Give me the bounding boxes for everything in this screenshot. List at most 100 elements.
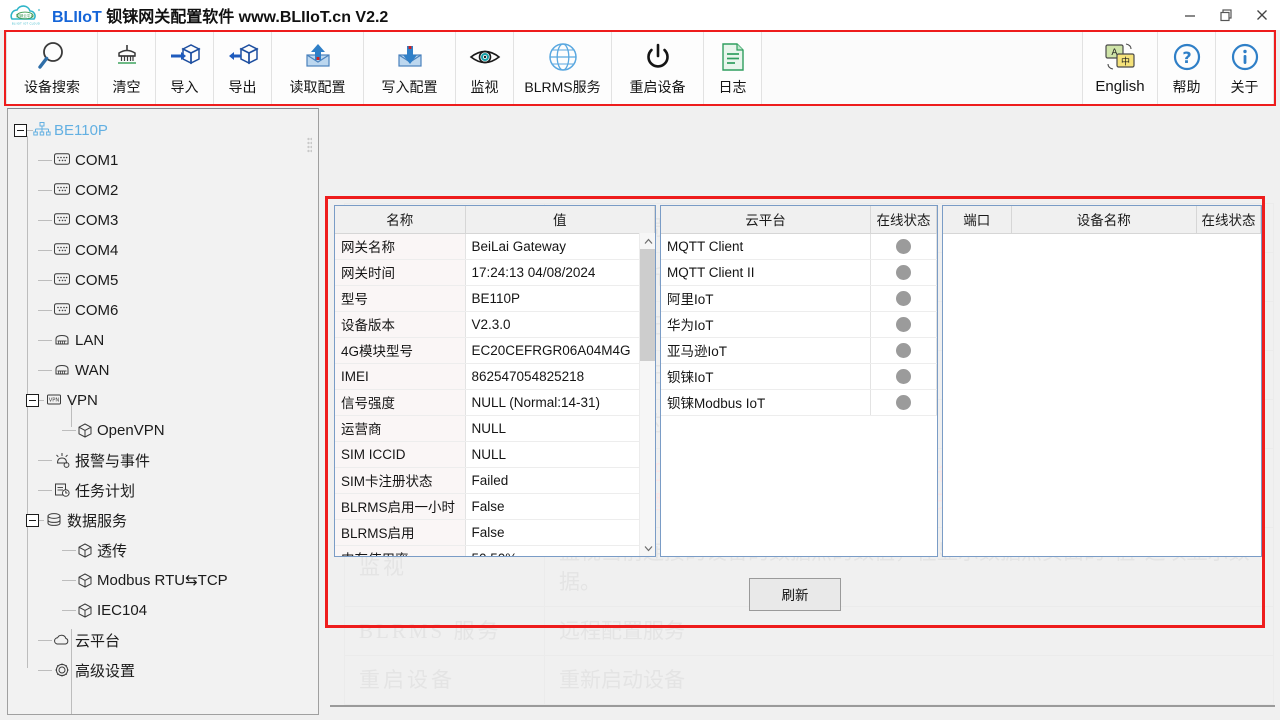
refresh-button[interactable]: 刷新 xyxy=(749,577,841,611)
table-row[interactable]: 4G模块型号 EC20CEFRGR06A04M4G xyxy=(335,337,655,364)
tree-item-lan[interactable]: LAN xyxy=(14,325,318,355)
cell-name: BLRMS启用一小时 xyxy=(335,493,466,520)
cell-name: 4G模块型号 xyxy=(335,337,466,364)
toolbar-label: 关于 xyxy=(1230,79,1259,95)
tree-item-vpn[interactable]: VPN VPN xyxy=(14,385,318,415)
window-title: BLIIoT 钡铼网关配置软件 www.BLIIoT.cn V2.2 xyxy=(52,3,388,27)
maximize-restore-icon[interactable] xyxy=(1208,1,1244,29)
tree-item-com4[interactable]: COM4 xyxy=(14,235,318,265)
serial-port-icon xyxy=(52,242,72,258)
table-row[interactable]: BLRMS启用 False xyxy=(335,519,655,546)
table-row[interactable]: 网关名称 BeiLai Gateway xyxy=(335,233,655,260)
scroll-up-icon[interactable] xyxy=(640,233,655,249)
minimize-icon[interactable] xyxy=(1172,1,1208,29)
tree-line xyxy=(62,429,76,431)
tree-item-alarm-events[interactable]: 报警与事件 xyxy=(14,445,318,475)
toolbar-label: BLRMS服务 xyxy=(524,79,601,95)
toolbar-language-button[interactable]: A 中 English xyxy=(1082,32,1158,104)
table-row[interactable]: SIM ICCID NULL xyxy=(335,441,655,468)
tree-item-data-service[interactable]: 数据服务 xyxy=(14,505,318,535)
toolbar-write-config-button[interactable]: 写入配置 xyxy=(364,32,456,104)
device-tree-panel[interactable]: BE110P COM1 COM2 COM3 COM4 COM5 COM6 LAN… xyxy=(7,108,319,715)
toolbar-read-config-button[interactable]: 读取配置 xyxy=(272,32,364,104)
tree-line xyxy=(62,579,76,581)
tree-item-iec104[interactable]: IEC104 xyxy=(14,595,318,625)
toolbar-device-search-button[interactable]: 设备搜索 xyxy=(6,32,98,104)
column-header-value: 值 xyxy=(465,206,655,234)
tree-item-com5[interactable]: COM5 xyxy=(14,265,318,295)
tree-item-transparent-transmission[interactable]: 透传 xyxy=(14,535,318,565)
table-row[interactable]: MQTT Client II xyxy=(661,259,937,286)
table-row[interactable]: IMEI 862547054825218 xyxy=(335,363,655,390)
globe-icon xyxy=(547,37,579,77)
toolbar-restart-device-button[interactable]: 重启设备 xyxy=(612,32,704,104)
toolbar-log-button[interactable]: 日志 xyxy=(704,32,762,104)
tree-line xyxy=(62,549,76,551)
table-row[interactable]: 内存使用率50.50% xyxy=(335,545,655,556)
tree-item-task-schedule[interactable]: 任务计划 xyxy=(14,475,318,505)
toolbar-import-button[interactable]: 导入 xyxy=(156,32,214,104)
toolbar-monitor-button[interactable]: 监视 xyxy=(456,32,514,104)
status-badge xyxy=(896,342,911,358)
tree-line xyxy=(38,369,52,371)
cloud-platform-thead: 云平台 在线状态 xyxy=(661,206,937,234)
toolbar-label: 日志 xyxy=(718,79,747,95)
table-row[interactable]: 阿里IoT xyxy=(661,285,937,312)
toolbar-label: 导入 xyxy=(170,79,199,95)
table-header-row: 名称 值 xyxy=(335,206,655,234)
cell-value: False xyxy=(465,493,655,520)
tree-line xyxy=(62,609,76,611)
table-row[interactable]: 钡铼Modbus IoT xyxy=(661,389,937,416)
tree-item-openvpn[interactable]: OpenVPN xyxy=(14,415,318,445)
cloud-platform-panel[interactable]: 云平台 在线状态 MQTT Client MQTT Client II 阿里Io… xyxy=(660,205,938,557)
cell-value: 50.50% xyxy=(465,545,655,556)
table-row[interactable]: 设备版本 V2.3.0 xyxy=(335,311,655,338)
table-row[interactable]: BLRMS启用一小时 False xyxy=(335,493,655,520)
table-row[interactable]: 钡铼IoT xyxy=(661,363,937,390)
table-row[interactable]: 型号 BE110P xyxy=(335,285,655,312)
svg-text:?: ? xyxy=(1182,48,1191,67)
panel-resize-grip[interactable] xyxy=(307,137,312,153)
status-badge xyxy=(896,290,911,306)
tree-item-advanced-settings[interactable]: 高级设置 xyxy=(14,655,318,685)
toolbar-about-button[interactable]: 关于 xyxy=(1216,32,1274,104)
cell-value: 862547054825218 xyxy=(465,363,655,390)
expand-collapse-toggle[interactable] xyxy=(14,123,27,137)
table-row[interactable]: 网关时间 17:24:13 04/08/2024 xyxy=(335,259,655,286)
tree-item-label: COM2 xyxy=(75,181,119,199)
tree-item-com6[interactable]: COM6 xyxy=(14,295,318,325)
toolbar-blrms-service-button[interactable]: BLRMS服务 xyxy=(514,32,612,104)
window-title-rest: 钡铼网关配置软件 www.BLIIoT.cn V2.2 xyxy=(106,9,389,26)
device-list-thead: 端口 设备名称 在线状态 xyxy=(943,206,1261,234)
cell-online-status xyxy=(870,259,937,286)
table-row[interactable]: 信号强度 NULL (Normal:14-31) xyxy=(335,389,655,416)
cloud-platform-tbody: MQTT Client MQTT Client II 阿里IoT 华为IoT 亚… xyxy=(661,233,937,416)
tree-item-cloud-platform[interactable]: 云平台 xyxy=(14,625,318,655)
scroll-down-icon[interactable] xyxy=(640,540,655,556)
table-row[interactable]: 亚马逊IoT xyxy=(661,337,937,364)
tree-item-com3[interactable]: COM3 xyxy=(14,205,318,235)
tree-item-modbus-rtu-tcp[interactable]: Modbus RTU⇆TCP xyxy=(14,565,318,595)
toolbar-label: English xyxy=(1095,78,1145,95)
close-icon[interactable] xyxy=(1244,1,1280,29)
scrollbar-thumb[interactable] xyxy=(640,249,655,361)
table-row[interactable]: 华为IoT xyxy=(661,311,937,338)
gateway-info-scrollbar[interactable] xyxy=(639,233,655,556)
device-list-panel[interactable]: 端口 设备名称 在线状态 xyxy=(942,205,1262,557)
gateway-info-panel[interactable]: 名称 值 网关名称 BeiLai Gateway 网关时间 17:24:13 04/… xyxy=(334,205,656,557)
tree-item-be110p[interactable]: BE110P xyxy=(14,115,318,145)
expand-collapse-toggle[interactable] xyxy=(26,393,39,407)
tree-item-com1[interactable]: COM1 xyxy=(14,145,318,175)
table-row[interactable]: 运营商 NULL xyxy=(335,415,655,442)
toolbar-export-button[interactable]: 导出 xyxy=(214,32,272,104)
toolbar-help-button[interactable]: ? 帮助 xyxy=(1158,32,1216,104)
toolbar-label: 重启设备 xyxy=(629,79,686,95)
table-row[interactable]: SIM卡注册状态 Failed xyxy=(335,467,655,494)
toolbar-clear-button[interactable]: 清空 xyxy=(98,32,156,104)
cell-value: 17:24:13 04/08/2024 xyxy=(465,259,655,286)
cell-name: BLRMS启用 xyxy=(335,519,466,546)
table-row[interactable]: MQTT Client xyxy=(661,233,937,260)
tree-item-wan[interactable]: WAN xyxy=(14,355,318,385)
tree-item-com2[interactable]: COM2 xyxy=(14,175,318,205)
expand-collapse-toggle[interactable] xyxy=(26,513,39,527)
